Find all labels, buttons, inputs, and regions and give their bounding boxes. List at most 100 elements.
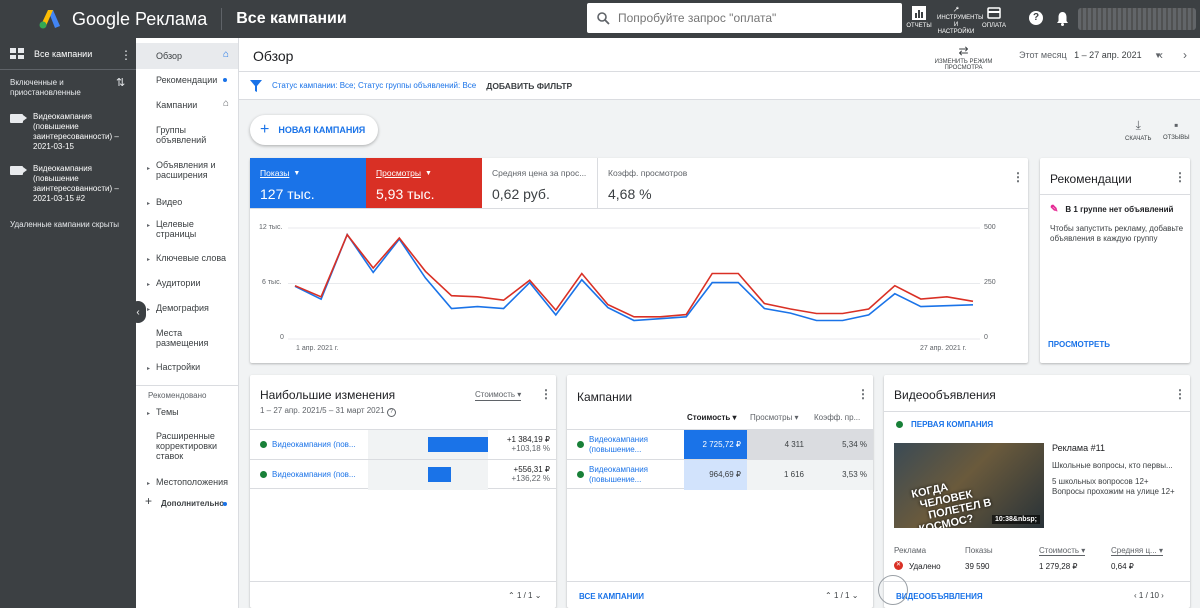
filter-icon[interactable] (250, 79, 262, 92)
chevron-up-icon[interactable]: ⌃ (508, 591, 515, 600)
column-label: Стоимость (1039, 546, 1080, 555)
sort-icon[interactable]: ⇅ (116, 78, 125, 89)
nav-label: Аудитории (156, 278, 201, 288)
campaign-name: Видеокампания (повышение заинтересованно… (33, 112, 119, 151)
expand-icon: ▸ (147, 282, 151, 288)
column-header-cost[interactable]: Стоимость ▾ (687, 413, 737, 422)
nav-item-placements[interactable]: Места размещения (136, 322, 216, 358)
campaign-link[interactable]: Видеокампания (повышение... (589, 465, 648, 485)
view-recommendations-link[interactable]: ПРОСМОТРЕТЬ (1048, 340, 1110, 349)
column-header-cost[interactable]: Стоимость ▾ (1039, 546, 1086, 556)
help-icon[interactable]: ? (1029, 11, 1043, 25)
status-dot (223, 78, 227, 82)
nav-item-more[interactable]: + Дополнительно (136, 495, 238, 519)
nav-item-overview[interactable]: Обзор ⌂ (136, 43, 238, 69)
ad-description: 5 школьных вопросов 12+ (1052, 477, 1149, 486)
nav-item-topics[interactable]: ▸ Темы (136, 403, 238, 425)
cost-cell: 964,69 ₽ (684, 460, 747, 490)
add-filter-button[interactable]: ДОБАВИТЬ ФИЛЬТР (486, 81, 572, 91)
change-view-mode-button[interactable]: ⇄ ИЗМЕНИТЬ РЕЖИМ ПРОСМОТРА (916, 44, 1011, 71)
campaign-item[interactable]: Видеокампания (повышение заинтересованно… (0, 158, 136, 210)
chevron-up-icon[interactable]: ⌃ (825, 591, 832, 600)
nav-item-campaigns[interactable]: Кампании ⌂ (136, 94, 238, 119)
campaign-name: Видеокампания (589, 435, 648, 444)
metric-selector[interactable]: Стоимость ▾ (475, 390, 522, 401)
feedback-button[interactable]: ▪ ОТЗЫВЫ (1163, 118, 1190, 141)
more-icon[interactable]: ⋮ (540, 387, 552, 401)
table-row[interactable]: Видеокампания (повышение... 2 725,72 ₽ 4 … (567, 429, 873, 460)
nav-label: Расширенные корректировки ставок (156, 431, 218, 461)
recommendation-item[interactable]: ✎ В 1 группе нет объявлений (1050, 204, 1173, 215)
bell-icon[interactable] (1056, 11, 1069, 29)
chevron-right-icon[interactable]: › (1161, 591, 1164, 600)
nav-item-ad-groups[interactable]: Группы объявлений (136, 119, 216, 155)
campaign-link[interactable]: Видеокампания (повышение... (589, 435, 648, 455)
nav-item-bid-adjustments[interactable]: Расширенные корректировки ставок (136, 425, 220, 473)
more-icon[interactable]: ⋮ (120, 48, 132, 62)
search-box[interactable] (587, 3, 902, 33)
more-icon[interactable]: ⋮ (1174, 387, 1186, 401)
nav-label: Обзор (156, 51, 182, 61)
all-campaigns-item[interactable]: Все кампании ⋮ (0, 38, 136, 70)
search-input[interactable] (618, 11, 888, 25)
campaign-name: Видеокампания (589, 465, 648, 474)
nav-item-ads[interactable]: ▸ Объявления и расширения (136, 155, 220, 191)
metric-selector-label: Стоимость (475, 390, 516, 399)
nav-label: Ключевые слова (156, 253, 227, 263)
chevron-left-icon[interactable]: ‹ (1134, 591, 1137, 600)
campaign-link[interactable]: Видеокампания (пов... (272, 440, 356, 449)
nav-label: Кампании (156, 100, 198, 110)
collapse-panel-button[interactable]: ‹ (130, 301, 146, 323)
wrench-icon: ✎ (1050, 204, 1059, 215)
nav-item-landing-pages[interactable]: ▸ Целевые страницы (136, 213, 216, 247)
info-icon[interactable]: ? (386, 408, 396, 417)
pager-label: 1 / 1 (833, 591, 850, 600)
video-ads-link[interactable]: ВИДЕООБЪЯВЛЕНИЯ (896, 592, 983, 601)
search-icon (597, 11, 610, 25)
all-campaigns-link[interactable]: ВСЕ КАМПАНИИ (579, 592, 644, 601)
line-chart (288, 227, 980, 340)
table-row[interactable]: Видеокампания (пов... +556,31 ₽ +136,22 … (250, 459, 556, 490)
account-info[interactable] (1078, 8, 1196, 30)
wrench-icon (953, 6, 959, 12)
nav-item-keywords[interactable]: ▸ Ключевые слова (136, 247, 238, 272)
column-header-avg-cpv[interactable]: Средняя ц... ▾ (1111, 546, 1163, 556)
more-icon[interactable]: ⋮ (857, 387, 869, 401)
filter-text: ; Статус группы объявлений: (353, 81, 463, 90)
column-header-ad: Реклама (894, 546, 927, 555)
table-row[interactable]: Видеокампания (повышение... 964,69 ₽ 1 61… (567, 459, 873, 490)
campaign-filter[interactable]: Включенные и приостановленные ⇅ (0, 70, 136, 106)
card-footer: ⌃ 1 / 1 ⌄ (250, 581, 556, 608)
nav-item-settings[interactable]: ▸ Настройки (136, 358, 238, 382)
impressions-value: 39 590 (965, 562, 990, 571)
column-header-view-rate[interactable]: Коэфф. пр... (814, 413, 860, 422)
nav-item-video[interactable]: ▸ Видео (136, 191, 238, 213)
nav-item-recommendations[interactable]: Рекомендации (136, 69, 238, 94)
more-icon[interactable]: ⋮ (1174, 170, 1186, 184)
billing-button[interactable]: ОПЛАТА (980, 2, 1008, 36)
ad-headline: Школьные вопросы, кто первы... (1052, 461, 1173, 470)
tools-button[interactable]: ИНСТРУМЕНТЫ И НАСТРОЙКИ (936, 2, 983, 36)
chevron-right-icon[interactable]: › (1183, 48, 1187, 62)
download-button[interactable]: ⤓ СКАЧАТЬ (1125, 118, 1152, 142)
date-range-picker[interactable]: Этот месяц 1 – 27 апр. 2021 ▼ (1019, 50, 1162, 60)
campaign-item[interactable]: Видеокампания (повышение заинтересованно… (0, 106, 136, 158)
nav-item-audiences[interactable]: ▸ Аудитории (136, 272, 238, 297)
nav-item-demographics[interactable]: ▸ Демография (136, 297, 238, 322)
campaign-link[interactable]: Видеокампания (пов... (272, 470, 356, 479)
campaign-link[interactable]: ПЕРВАЯ КОМПАНИЯ (911, 420, 993, 429)
date-comparison: 1 – 27 апр. 2021/5 – 31 март 2021 ? (260, 406, 396, 417)
chevron-down-icon[interactable]: ⌄ (535, 591, 542, 600)
chevron-left-icon[interactable]: ‹ (1159, 48, 1163, 62)
chevron-down-icon[interactable]: ⌄ (852, 591, 859, 600)
new-campaign-button[interactable]: + НОВАЯ КАМПАНИЯ (250, 115, 378, 145)
table-row[interactable]: Видеокампания (пов... +1 384,19 ₽ +103,1… (250, 429, 556, 460)
active-filters[interactable]: Статус кампании: Все; Статус группы объя… (272, 81, 476, 90)
expand-icon: ▸ (147, 481, 151, 487)
series-line-views (294, 233, 974, 318)
reports-button[interactable]: ОТЧЕТЫ (906, 2, 932, 36)
column-header-views[interactable]: Просмотры ▾ (750, 413, 799, 422)
video-thumbnail[interactable]: КОГДА ЧЕЛОВЕК ПОЛЕТЕЛ В КОСМОС? 10:38&nb… (894, 443, 1044, 528)
period-value: 1 – 27 апр. 2021 (1074, 50, 1142, 60)
google-ads-logo[interactable] (38, 8, 66, 30)
